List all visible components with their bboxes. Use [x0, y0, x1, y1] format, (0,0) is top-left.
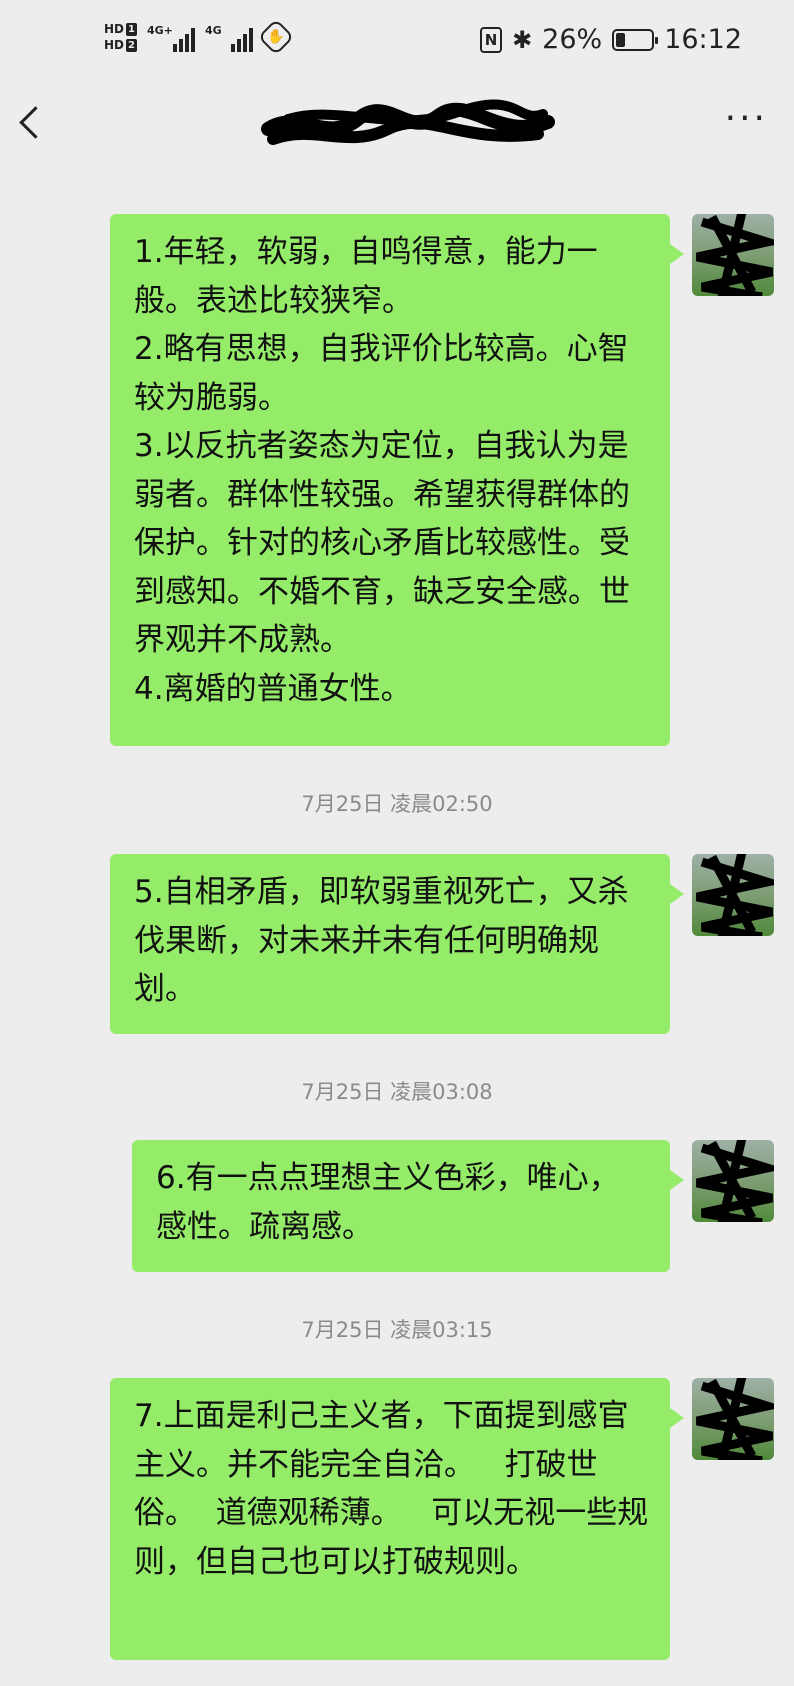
- avatar-scribble-icon: [696, 214, 774, 296]
- nfc-icon: N: [480, 26, 503, 53]
- signal-2-icon: 4G: [205, 22, 253, 52]
- sim1-indicator: HD 1: [104, 21, 137, 36]
- avatar-scribble-icon: [696, 1378, 774, 1460]
- status-right: N ✱ 26% 16:12: [480, 24, 742, 55]
- message-bubble-3[interactable]: 6.有一点点理想主义色彩，唯心，感性。疏离感。: [132, 1140, 684, 1272]
- timestamp-2: 7月25日 凌晨03:08: [301, 1080, 493, 1104]
- timestamp-3: 7月25日 凌晨03:15: [301, 1318, 493, 1342]
- clock: 16:12: [664, 24, 742, 55]
- chevron-left-icon: [18, 105, 52, 139]
- chat-header: ···: [0, 86, 794, 176]
- avatar-1[interactable]: [692, 214, 774, 296]
- message-bubble-1[interactable]: 1.年轻，软弱，自鸣得意，能力一般。表述比较狭窄。 2.略有思想，自我评价比较高…: [110, 214, 684, 746]
- message-bubble-2[interactable]: 5.自相矛盾，即软弱重视死亡，又杀伐果断，对未来并未有任何明确规划。: [110, 854, 684, 1034]
- avatar-scribble-icon: [696, 1140, 774, 1222]
- battery-percent: 26%: [542, 24, 603, 55]
- avatar-4[interactable]: [692, 1378, 774, 1460]
- avatar-3[interactable]: [692, 1140, 774, 1222]
- sim2-indicator: HD 2: [104, 37, 137, 52]
- sim-indicators: HD 1 HD 2: [104, 21, 137, 52]
- battery-fill: [616, 32, 626, 47]
- signal-1-icon: 4G+: [147, 22, 195, 52]
- status-bar: HD 1 HD 2 4G+ 4G ✋ N ✱ 26% 16:12: [0, 0, 794, 86]
- redacted-title-scribble: [261, 99, 555, 145]
- timestamp-1: 7月25日 凌晨02:50: [301, 792, 493, 816]
- avatar-2[interactable]: [692, 854, 774, 936]
- message-bubble-4[interactable]: 7.上面是利己主义者，下面提到感官主义。并不能完全自洽。 打破世俗。 道德观稀薄…: [110, 1378, 684, 1660]
- hand-icon: ✋: [257, 18, 295, 56]
- bluetooth-icon: ✱: [512, 25, 533, 54]
- status-left: HD 1 HD 2 4G+ 4G ✋: [104, 18, 295, 56]
- battery-icon: [612, 28, 659, 51]
- avatar-scribble-icon: [696, 854, 774, 936]
- more-options-button[interactable]: ···: [725, 101, 768, 137]
- back-button[interactable]: [8, 100, 52, 144]
